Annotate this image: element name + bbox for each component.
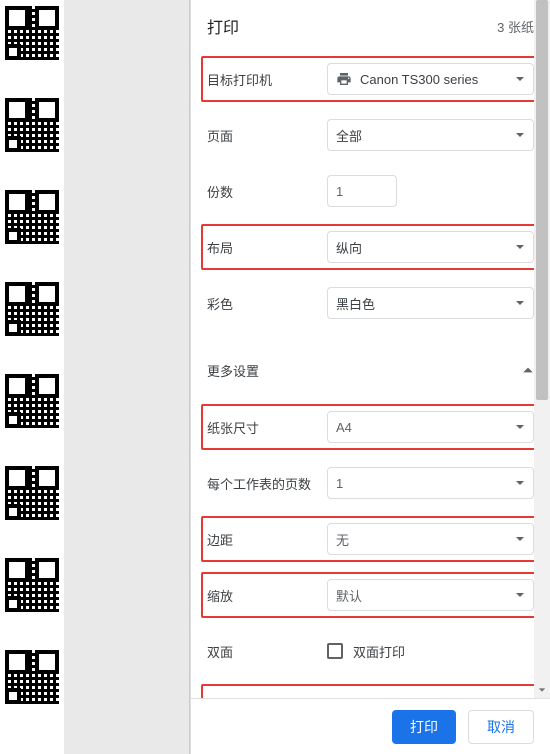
chevron-up-icon	[522, 364, 534, 376]
duplex-checkbox[interactable]: 双面打印	[327, 635, 534, 667]
print-button[interactable]: 打印	[392, 710, 456, 744]
duplex-check-label: 双面打印	[353, 642, 405, 661]
row-margins: 边距 无	[207, 516, 534, 562]
scale-value: 默认	[336, 586, 362, 605]
row-paper: 纸张尺寸 A4	[207, 404, 534, 450]
dialog-title: 打印	[207, 14, 239, 38]
chevron-down-icon	[515, 74, 525, 84]
destination-select[interactable]: Canon TS300 series	[327, 63, 534, 95]
scrollbar[interactable]	[534, 0, 550, 698]
label-destination: 目标打印机	[207, 70, 327, 89]
checkbox-icon	[327, 643, 343, 659]
label-options: 选项	[207, 698, 327, 699]
layout-value: 纵向	[336, 238, 362, 257]
scale-select[interactable]: 默认	[327, 579, 534, 611]
print-preview-pane	[0, 0, 190, 754]
row-duplex: 双面 双面打印	[207, 628, 534, 674]
destination-value: Canon TS300 series	[360, 72, 478, 87]
pages-value: 全部	[336, 126, 362, 145]
qr-code	[5, 650, 59, 704]
label-copies: 份数	[207, 182, 327, 201]
paper-select[interactable]: A4	[327, 411, 534, 443]
label-duplex: 双面	[207, 642, 327, 661]
color-select[interactable]: 黑白色	[327, 287, 534, 319]
margins-value: 无	[336, 530, 349, 549]
qr-code	[5, 190, 59, 244]
label-persheet: 每个工作表的页数	[207, 474, 327, 493]
label-paper: 纸张尺寸	[207, 418, 327, 437]
color-value: 黑白色	[336, 294, 375, 313]
row-color: 彩色 黑白色	[207, 280, 534, 326]
qr-code	[5, 6, 59, 60]
qr-code	[5, 282, 59, 336]
label-scale: 缩放	[207, 586, 327, 605]
chevron-down-icon	[515, 534, 525, 544]
row-destination: 目标打印机 Canon TS300 series	[207, 56, 534, 102]
printer-icon	[336, 71, 352, 87]
label-pages: 页面	[207, 126, 327, 145]
row-copies: 份数	[207, 168, 534, 214]
paper-value: A4	[336, 420, 352, 435]
persheet-select[interactable]: 1	[327, 467, 534, 499]
chevron-down-icon	[515, 298, 525, 308]
cancel-button[interactable]: 取消	[468, 710, 534, 744]
row-persheet: 每个工作表的页数 1	[207, 460, 534, 506]
background-graphics-checkbox[interactable]: 背景图形	[327, 691, 534, 698]
chevron-down-icon	[515, 242, 525, 252]
chevron-down-icon	[515, 422, 525, 432]
persheet-value: 1	[336, 476, 343, 491]
chevron-down-icon	[515, 130, 525, 140]
label-more: 更多设置	[207, 361, 259, 380]
pages-select[interactable]: 全部	[327, 119, 534, 151]
qr-code	[5, 466, 59, 520]
margins-select[interactable]: 无	[327, 523, 534, 555]
more-settings-toggle[interactable]: 更多设置	[207, 350, 534, 390]
qr-code	[5, 374, 59, 428]
preview-gutter	[64, 0, 189, 754]
scrollbar-thumb[interactable]	[536, 0, 548, 400]
row-pages: 页面 全部	[207, 112, 534, 158]
copies-input[interactable]	[327, 175, 397, 207]
row-scale: 缩放 默认	[207, 572, 534, 618]
scroll-down-icon	[534, 682, 550, 698]
dialog-footer: 打印 取消	[191, 698, 550, 754]
options-check-label: 背景图形	[353, 698, 405, 699]
layout-select[interactable]: 纵向	[327, 231, 534, 263]
label-layout: 布局	[207, 238, 327, 257]
qr-code	[5, 98, 59, 152]
label-margins: 边距	[207, 530, 327, 549]
chevron-down-icon	[515, 478, 525, 488]
print-settings-panel: 打印 3 张纸 目标打印机 Canon TS300 series	[190, 0, 550, 754]
label-color: 彩色	[207, 294, 327, 313]
chevron-down-icon	[515, 590, 525, 600]
row-options: 选项 背景图形	[207, 684, 534, 698]
qr-code	[5, 558, 59, 612]
preview-page	[0, 0, 64, 754]
row-layout: 布局 纵向	[207, 224, 534, 270]
sheet-count: 3 张纸	[497, 17, 534, 36]
